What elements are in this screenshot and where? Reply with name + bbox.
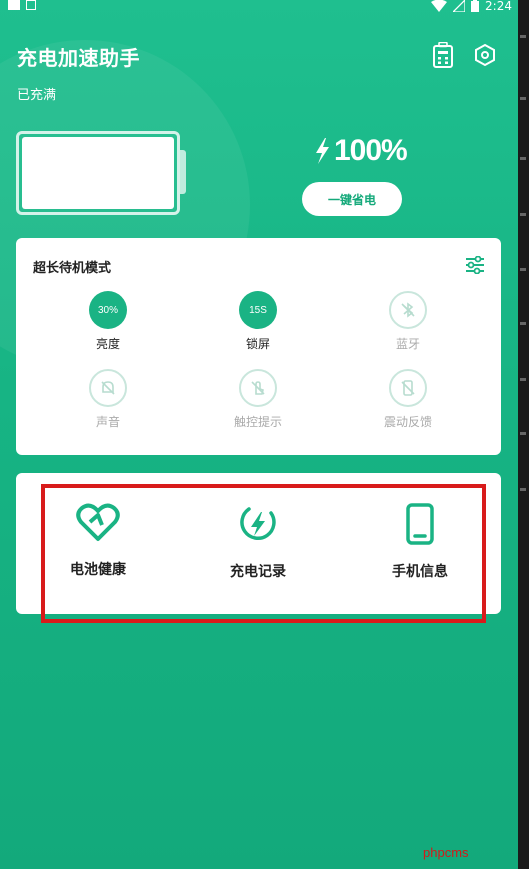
battery-tip (180, 150, 186, 194)
sound-toggle[interactable]: 声音 (68, 369, 148, 430)
strip-mark (520, 488, 526, 491)
wifi-icon (431, 0, 448, 12)
standby-mode-card: 超长待机模式 30% 亮度 15S 锁屏 蓝牙 声音 触控提示 震动反馈 (16, 238, 501, 455)
strip-mark (520, 35, 526, 38)
vibrate-off-icon (401, 380, 415, 396)
watermark-text: phpcms (423, 845, 469, 860)
charge-record-icon (240, 507, 276, 540)
touch-feedback-label: 触控提示 (233, 415, 282, 429)
strip-mark (520, 157, 526, 160)
lock-screen-value-badge: 15S (239, 291, 277, 329)
lightning-icon (316, 138, 329, 164)
strip-mark (520, 213, 526, 216)
bluetooth-label: 蓝牙 (395, 337, 420, 351)
charge-record-button[interactable]: 充电记录 (208, 503, 308, 581)
strip-mark (520, 322, 526, 325)
signal-icon (453, 0, 466, 12)
calculator-button[interactable] (430, 42, 456, 68)
battery-health-button[interactable]: 电池健康 (48, 503, 148, 579)
battery-status-icon (471, 0, 480, 12)
standby-mode-title: 超长待机模式 (33, 261, 112, 276)
touch-feedback-toggle[interactable]: 触控提示 (218, 369, 298, 430)
app-title: 充电加速助手 (17, 46, 140, 70)
bluetooth-toggle[interactable]: 蓝牙 (368, 291, 448, 352)
settings-icon (475, 43, 495, 67)
brightness-label: 亮度 (95, 337, 120, 351)
tools-card: 电池健康 充电记录 手机信息 (16, 473, 501, 614)
strip-mark (520, 378, 526, 381)
phone-info-button[interactable]: 手机信息 (370, 503, 470, 581)
heart-icon (76, 503, 120, 541)
strip-mark (520, 97, 526, 100)
strip-mark (520, 432, 526, 435)
app-screen: 2:24 充电加速助手 已充满 100% 一键省电 超长待机模式 30% 亮度 … (0, 0, 518, 869)
settings-sliders-icon[interactable] (465, 256, 485, 274)
battery-graphic (16, 131, 180, 215)
bell-off-icon (101, 381, 115, 395)
vibration-toggle[interactable]: 震动反馈 (368, 369, 448, 430)
brightness-toggle[interactable]: 30% 亮度 (68, 291, 148, 352)
notification-icon (8, 0, 20, 10)
phone-info-label: 手机信息 (392, 564, 448, 580)
charge-record-label: 充电记录 (230, 564, 286, 580)
battery-health-label: 电池健康 (70, 562, 126, 578)
status-bar: 2:24 (0, 0, 518, 14)
bluetooth-off-icon (401, 302, 415, 318)
touch-off-icon (251, 381, 265, 395)
lock-screen-toggle[interactable]: 15S 锁屏 (218, 291, 298, 352)
calculator-icon (433, 42, 453, 68)
strip-mark (520, 268, 526, 271)
settings-button[interactable] (472, 42, 498, 68)
one-key-save-button[interactable]: 一键省电 (302, 182, 402, 216)
battery-percent: 100% (314, 134, 408, 168)
vibration-label: 震动反馈 (383, 415, 432, 429)
battery-percent-text: 100% (334, 134, 408, 167)
app-notification-icon (26, 0, 36, 10)
battery-level-fill (22, 137, 174, 209)
lock-screen-label: 锁屏 (245, 337, 270, 351)
phone-icon (406, 503, 434, 545)
status-time: 2:24 (485, 0, 512, 13)
sound-label: 声音 (95, 415, 120, 429)
brightness-value-badge: 30% (89, 291, 127, 329)
charge-status-text: 已充满 (17, 88, 57, 103)
